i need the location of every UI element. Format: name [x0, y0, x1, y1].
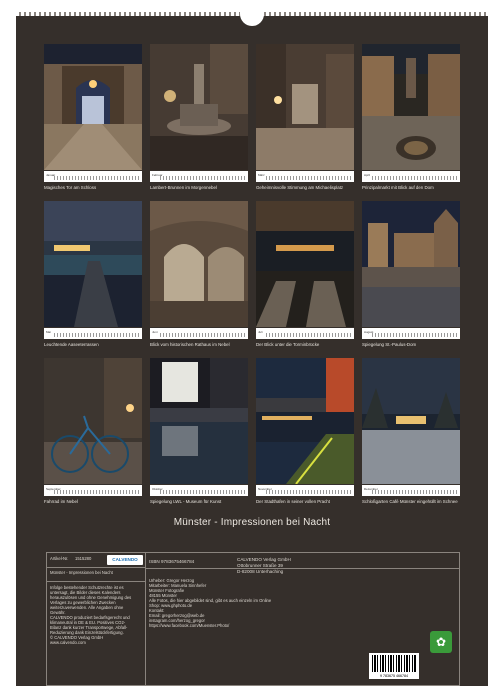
month-strip: Oktober	[150, 485, 248, 496]
month-caption: Magisches Tor am Schloss	[44, 185, 97, 190]
month-photo	[44, 44, 142, 170]
month-caption: Blick vom historischen Rathaus im Nebel	[150, 342, 230, 347]
month-label: März	[258, 173, 265, 177]
month-caption: Lambert-Brunnen im Morgennebel	[150, 185, 217, 190]
month-caption: Spiegelung LWL - Museum für Kunst	[150, 499, 222, 504]
month-caption: Geheimnisvolle Stimmung am Michaelisplat…	[256, 185, 344, 190]
divider	[145, 553, 146, 685]
divider	[47, 581, 145, 582]
leaf-icon: ✿	[430, 631, 452, 653]
month-photo	[362, 44, 460, 170]
month-caption: Spiegelung St.-Paulus-Dom	[362, 342, 417, 347]
month-strip: Mai	[44, 328, 142, 339]
artikel-number: 1515280	[75, 556, 92, 561]
month-label: Juli	[258, 330, 263, 334]
calendar-title: Münster - Impressionen bei Nacht	[173, 517, 331, 528]
month-photo	[256, 201, 354, 327]
month-photo	[44, 358, 142, 484]
month-strip: August	[362, 328, 460, 339]
month-photo	[362, 358, 460, 484]
month-strip: Dezember	[362, 485, 460, 496]
month-caption: Der Stadthafen in seiner vollen Pracht	[256, 499, 330, 504]
month-label: Juni	[152, 330, 158, 334]
publisher-line: CALVENDO Verlag GmbH	[237, 557, 291, 562]
month-strip: April	[362, 171, 460, 182]
month-photo	[150, 44, 248, 170]
product-name: Münster - Impressionen bei Nacht	[50, 570, 113, 575]
month-photo	[150, 358, 248, 484]
divider	[145, 568, 459, 569]
month-strip: Juli	[256, 328, 354, 339]
month-caption: Fahrrad im Nebel	[44, 499, 78, 504]
month-strip: September	[44, 485, 142, 496]
month-caption: Prinzipalmarkt mit Blick auf den Dom	[362, 185, 434, 190]
month-label: April	[364, 173, 371, 177]
calvendo-logo: CALVENDO	[107, 555, 143, 565]
month-caption: Der Blick unter die Torminbrücke	[256, 342, 320, 347]
month-caption: Leuchtende Aaseeterrassen	[44, 342, 99, 347]
publisher-info-box: Artikel-Nr. 1515280 CALVENDO Münster - I…	[46, 552, 460, 686]
month-photo	[44, 201, 142, 327]
month-caption: Schloßgarten Café Münster eingehüllt im …	[362, 499, 458, 504]
author-line: https://www.facebook.com/Muenster.Photo/	[149, 623, 230, 628]
month-photo	[256, 358, 354, 484]
month-strip: Februar	[150, 171, 248, 182]
month-photo	[150, 201, 248, 327]
barcode: 9 783675 466784	[369, 653, 419, 679]
barcode-number: 9 783675 466784	[380, 674, 408, 678]
month-photo	[362, 201, 460, 327]
divider	[47, 567, 145, 568]
month-label: Mai	[46, 330, 51, 334]
publisher-line: Ottobrunner Straße 39	[237, 563, 283, 568]
month-strip: Juni	[150, 328, 248, 339]
publisher-line: D-82008 Unterhaching	[237, 569, 284, 574]
month-photo	[256, 44, 354, 170]
legal-line: www.calvendo.com	[50, 640, 86, 645]
artikel-label: Artikel-Nr.	[50, 556, 69, 561]
month-strip: Januar	[44, 171, 142, 182]
month-strip: März	[256, 171, 354, 182]
month-strip: November	[256, 485, 354, 496]
isbn: ISBN 9783675466784	[149, 559, 195, 564]
